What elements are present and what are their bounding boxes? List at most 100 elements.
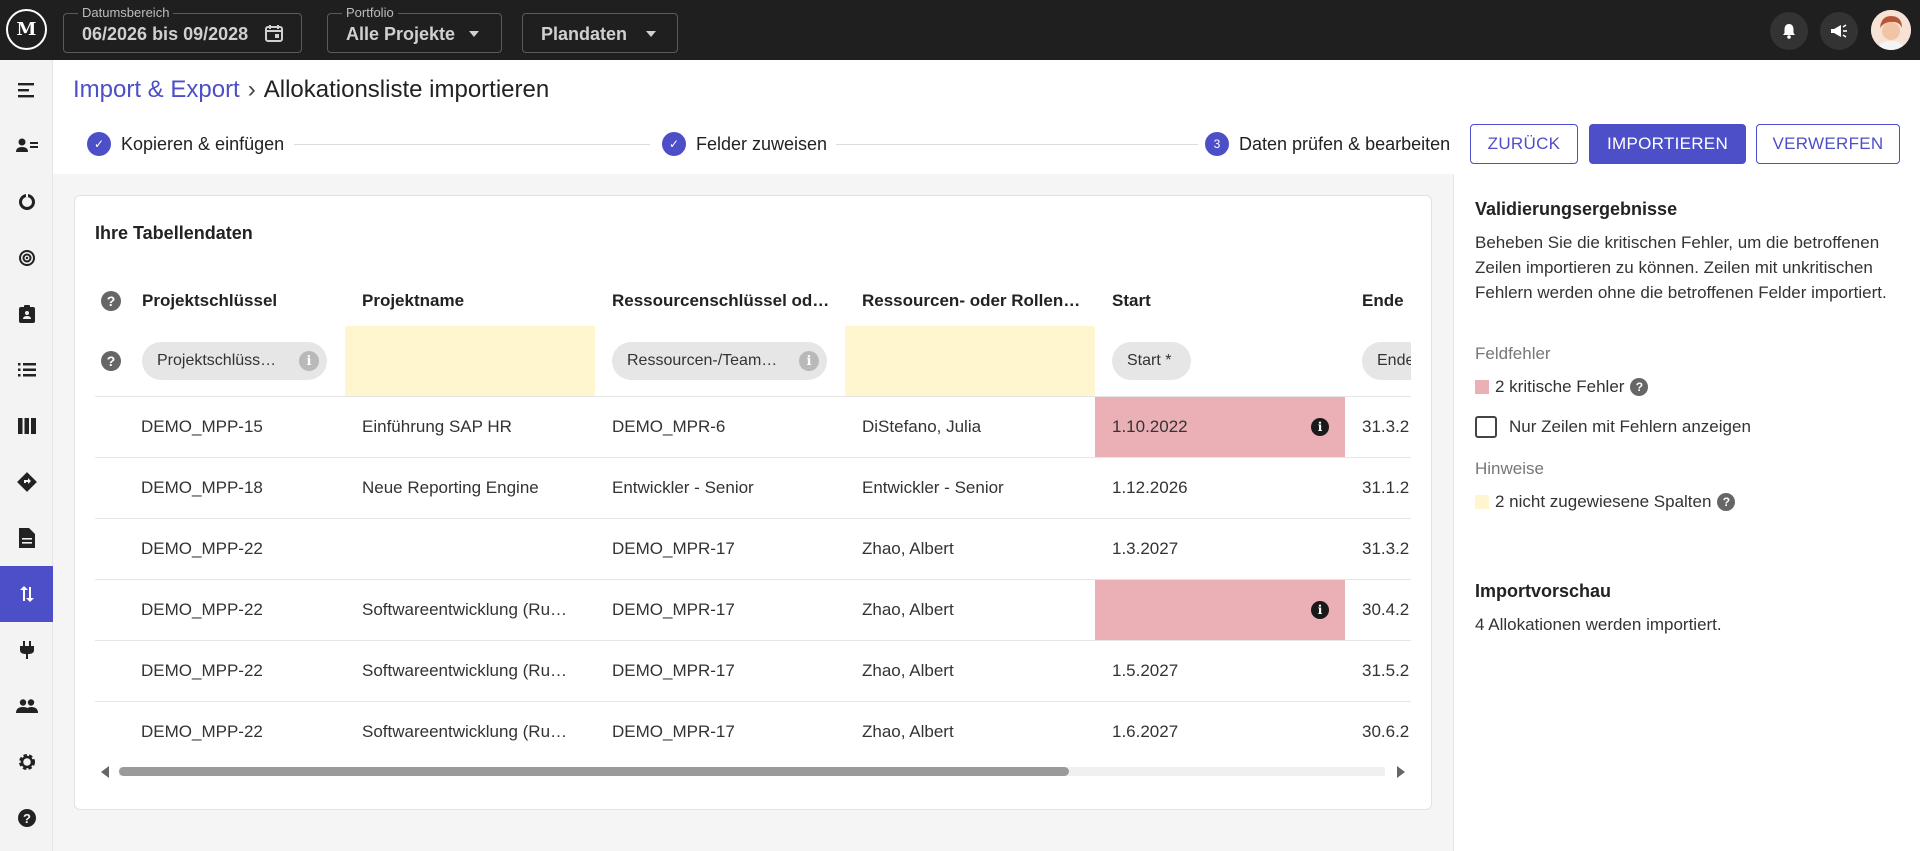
cell-start-error[interactable]: i — [1095, 580, 1345, 640]
sidebar-item-documents[interactable] — [0, 510, 53, 566]
column-header[interactable]: Start — [1112, 276, 1332, 326]
info-icon[interactable]: i — [799, 351, 819, 371]
cell-resource-key[interactable]: DEMO_MPR-17 — [612, 519, 837, 579]
table-row: DEMO_MPP-22 DEMO_MPR-17 Zhao, Albert 1.3… — [95, 519, 1411, 580]
back-button[interactable]: ZURÜCK — [1470, 124, 1578, 164]
sidebar-item-dashboard[interactable] — [0, 174, 53, 230]
data-type-select[interactable]: Plandaten — [522, 13, 678, 53]
horizontal-scrollbar[interactable] — [95, 761, 1411, 781]
field-mapping-chip[interactable]: Start * — [1112, 342, 1191, 380]
cell-start-error[interactable]: 1.10.2022 i — [1095, 397, 1345, 457]
cell-resource-name[interactable]: Zhao, Albert — [862, 519, 1087, 579]
cell-end[interactable]: 31.3.2 — [1362, 397, 1411, 457]
cell-resource-name[interactable]: Entwickler - Senior — [862, 458, 1087, 518]
cell-end[interactable]: 30.4.2 — [1362, 580, 1411, 640]
columns-icon — [17, 418, 36, 434]
cell-project-key[interactable]: DEMO_MPP-15 — [141, 397, 341, 457]
cell-project-name[interactable]: Einführung SAP HR — [362, 397, 587, 457]
discard-button[interactable]: VERWERFEN — [1756, 124, 1900, 164]
portfolio-select[interactable]: Portfolio Alle Projekte — [327, 5, 502, 53]
sidebar-item-resources[interactable] — [0, 118, 53, 174]
sidebar-item-goals[interactable] — [0, 230, 53, 286]
help-icon[interactable]: ? — [1717, 493, 1736, 511]
cell-resource-name[interactable]: Zhao, Albert — [862, 641, 1087, 701]
cell-resource-key[interactable]: DEMO_MPR-17 — [612, 702, 837, 756]
cell-project-key[interactable]: DEMO_MPP-18 — [141, 458, 341, 518]
field-mapping-chip[interactable]: Ende — [1362, 342, 1411, 380]
info-icon[interactable]: i — [299, 351, 319, 371]
sidebar-item-menu[interactable] — [0, 62, 53, 118]
scrollbar-thumb[interactable] — [119, 767, 1069, 776]
cell-project-name[interactable]: Softwareentwicklung (Ru… — [362, 641, 587, 701]
mapping-cell: Ressourcen-/Team… i — [595, 326, 845, 396]
column-header[interactable]: Projektname — [362, 276, 592, 326]
cell-resource-key[interactable]: DEMO_MPR-17 — [612, 580, 837, 640]
cell-project-key[interactable]: DEMO_MPP-22 — [141, 519, 341, 579]
cell-resource-name[interactable]: Zhao, Albert — [862, 702, 1087, 756]
only-errors-filter[interactable]: Nur Zeilen mit Fehlern anzeigen — [1475, 416, 1751, 438]
sidebar-item-board[interactable] — [0, 398, 53, 454]
scroll-right-icon[interactable] — [1397, 766, 1405, 778]
only-errors-checkbox[interactable] — [1475, 416, 1497, 438]
help-icon[interactable]: ? — [1630, 378, 1649, 396]
sidebar-item-users[interactable] — [0, 678, 53, 734]
cell-start[interactable]: 1.6.2027 — [1112, 702, 1337, 756]
sidebar-item-list[interactable] — [0, 342, 53, 398]
cell-project-name[interactable] — [362, 519, 587, 579]
column-header[interactable]: Ressourcen- oder Rollen… — [862, 276, 1082, 326]
table-row: DEMO_MPP-15 Einführung SAP HR DEMO_MPR-6… — [95, 397, 1411, 458]
cell-project-name[interactable]: Softwareentwicklung (Ru… — [362, 702, 587, 756]
announcements-button[interactable] — [1820, 12, 1858, 50]
date-range-picker[interactable]: Datumsbereich 06/2026 bis 09/2028 — [63, 5, 302, 53]
help-icon[interactable]: ? — [101, 351, 121, 371]
column-header[interactable]: Ressourcenschlüssel od… — [612, 276, 832, 326]
cell-resource-name[interactable]: Zhao, Albert — [862, 580, 1087, 640]
breadcrumb-parent-link[interactable]: Import & Export — [73, 76, 240, 103]
column-header[interactable]: Projektschlüssel — [142, 276, 342, 326]
cell-resource-key[interactable]: DEMO_MPR-17 — [612, 641, 837, 701]
unassigned-mapping-cell[interactable] — [845, 326, 1095, 396]
cell-start[interactable]: 1.12.2026 — [1112, 458, 1337, 518]
app-logo[interactable]: M — [6, 9, 47, 50]
cell-end[interactable]: 31.1.2 — [1362, 458, 1411, 518]
field-mapping-row: ? Projektschlüss… i Ressourcen-/Team… i … — [95, 326, 1411, 397]
portfolio-label: Portfolio — [342, 5, 398, 20]
critical-errors-line: 2 kritische Fehler ? — [1475, 377, 1649, 397]
import-button[interactable]: IMPORTIEREN — [1589, 124, 1746, 164]
cell-end[interactable]: 31.3.2 — [1362, 519, 1411, 579]
sidebar-item-integrations[interactable] — [0, 622, 53, 678]
help-icon[interactable]: ? — [101, 291, 121, 311]
field-mapping-chip[interactable]: Projektschlüss… i — [142, 342, 327, 380]
cell-start[interactable]: 1.5.2027 — [1112, 641, 1337, 701]
calendar-icon[interactable] — [264, 23, 284, 43]
notifications-button[interactable] — [1770, 12, 1808, 50]
cell-end[interactable]: 31.5.2 — [1362, 641, 1411, 701]
avatar[interactable] — [1871, 10, 1911, 50]
error-info-icon[interactable]: i — [1311, 418, 1329, 436]
cell-project-name[interactable]: Softwareentwicklung (Ru… — [362, 580, 587, 640]
cell-end[interactable]: 30.6.2 — [1362, 702, 1411, 756]
column-header[interactable]: Ende — [1362, 276, 1411, 326]
sidebar-item-help[interactable]: ? — [0, 790, 53, 846]
cell-resource-key[interactable]: Entwickler - Senior — [612, 458, 837, 518]
cell-project-key[interactable]: DEMO_MPP-22 — [141, 702, 341, 756]
cell-project-name[interactable]: Neue Reporting Engine — [362, 458, 587, 518]
error-info-icon[interactable]: i — [1311, 601, 1329, 619]
sidebar-item-roadmap[interactable] — [0, 454, 53, 510]
cell-resource-key[interactable]: DEMO_MPR-6 — [612, 397, 837, 457]
breadcrumb-separator: › — [247, 76, 256, 103]
cell-project-key[interactable]: DEMO_MPP-22 — [141, 641, 341, 701]
field-mapping-chip[interactable]: Ressourcen-/Team… i — [612, 342, 827, 380]
sidebar-item-settings[interactable] — [0, 734, 53, 790]
sidebar-item-assignments[interactable] — [0, 286, 53, 342]
sidebar-item-import-export[interactable] — [0, 566, 53, 622]
cell-resource-name[interactable]: DiStefano, Julia — [862, 397, 1087, 457]
scroll-left-icon[interactable] — [101, 766, 109, 778]
unassigned-mapping-cell[interactable] — [345, 326, 595, 396]
user-avatar-icon — [1871, 10, 1911, 50]
cell-project-key[interactable]: DEMO_MPP-22 — [141, 580, 341, 640]
cell-start[interactable]: 1.3.2027 — [1112, 519, 1337, 579]
svg-text:?: ? — [23, 811, 31, 826]
top-bar: M Datumsbereich 06/2026 bis 09/2028 Port… — [0, 0, 1920, 60]
validation-title: Validierungsergebnisse — [1475, 199, 1678, 219]
